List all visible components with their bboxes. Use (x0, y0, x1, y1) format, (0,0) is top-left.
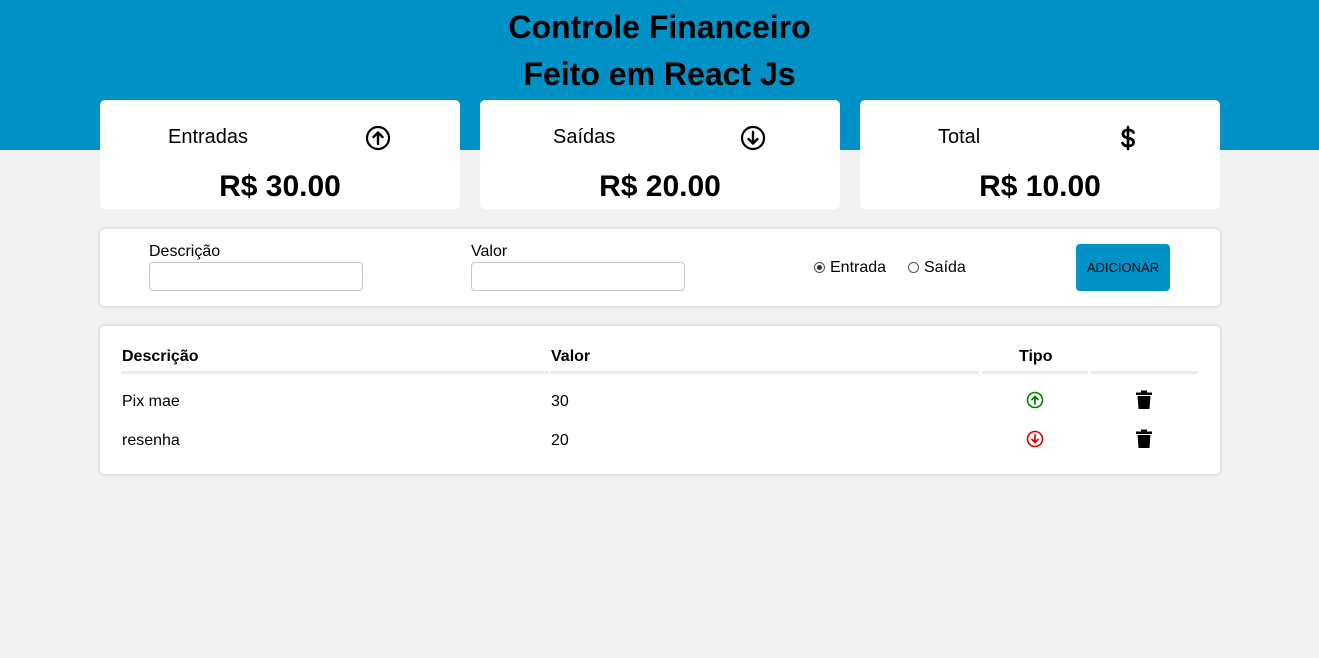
transaction-form: Descrição Valor Entrada Saída ADICIONAR (100, 229, 1220, 306)
card-total-title: Total (938, 126, 981, 148)
card-entradas-title: Entradas (168, 126, 249, 148)
radio-entrada-button[interactable] (814, 262, 825, 273)
card-saidas-value: R$ 20.00 (599, 170, 721, 203)
arrow-down-circle-icon (1026, 430, 1044, 448)
valor-input[interactable] (471, 262, 685, 291)
header-tipo: Tipo (1019, 348, 1053, 365)
add-button[interactable]: ADICIONAR (1076, 244, 1170, 291)
row-descricao: Pix mae (122, 393, 180, 410)
radio-saida-label: Saída (924, 259, 966, 276)
trash-icon[interactable] (1135, 429, 1153, 449)
radio-saida[interactable]: Saída (908, 259, 966, 277)
radio-entrada[interactable]: Entrada (814, 259, 886, 277)
header-divider (551, 371, 979, 374)
row-descricao: resenha (122, 432, 180, 449)
header-divider (982, 371, 1088, 374)
card-entradas: Entradas R$ 30.00 (100, 100, 460, 209)
transactions-table: Descrição Valor Tipo Pix mae 30 resenha … (100, 326, 1220, 474)
header-divider (1091, 371, 1198, 374)
descricao-label: Descrição (149, 243, 221, 260)
trash-icon[interactable] (1135, 390, 1153, 410)
card-total: Total R$ 10.00 (860, 100, 1220, 209)
arrow-up-circle-icon (365, 125, 391, 151)
card-entradas-value: R$ 30.00 (219, 170, 341, 203)
page-title: Controle Financeiro (508, 9, 811, 45)
dollar-icon (1121, 125, 1135, 151)
card-saidas-title: Saídas (553, 126, 616, 148)
row-valor: 20 (551, 432, 569, 449)
arrow-up-circle-icon (1026, 391, 1044, 409)
valor-label: Valor (471, 243, 508, 260)
arrow-down-circle-icon (740, 125, 766, 151)
radio-saida-button[interactable] (908, 262, 919, 273)
page-subtitle: Feito em React Js (523, 56, 796, 92)
descricao-input[interactable] (149, 262, 363, 291)
card-total-value: R$ 10.00 (979, 170, 1101, 203)
radio-entrada-label: Entrada (830, 259, 887, 276)
header-descricao: Descrição (122, 348, 199, 365)
header-valor: Valor (551, 348, 591, 365)
card-saidas: Saídas R$ 20.00 (480, 100, 840, 209)
row-valor: 30 (551, 393, 569, 410)
header-divider (121, 371, 549, 374)
